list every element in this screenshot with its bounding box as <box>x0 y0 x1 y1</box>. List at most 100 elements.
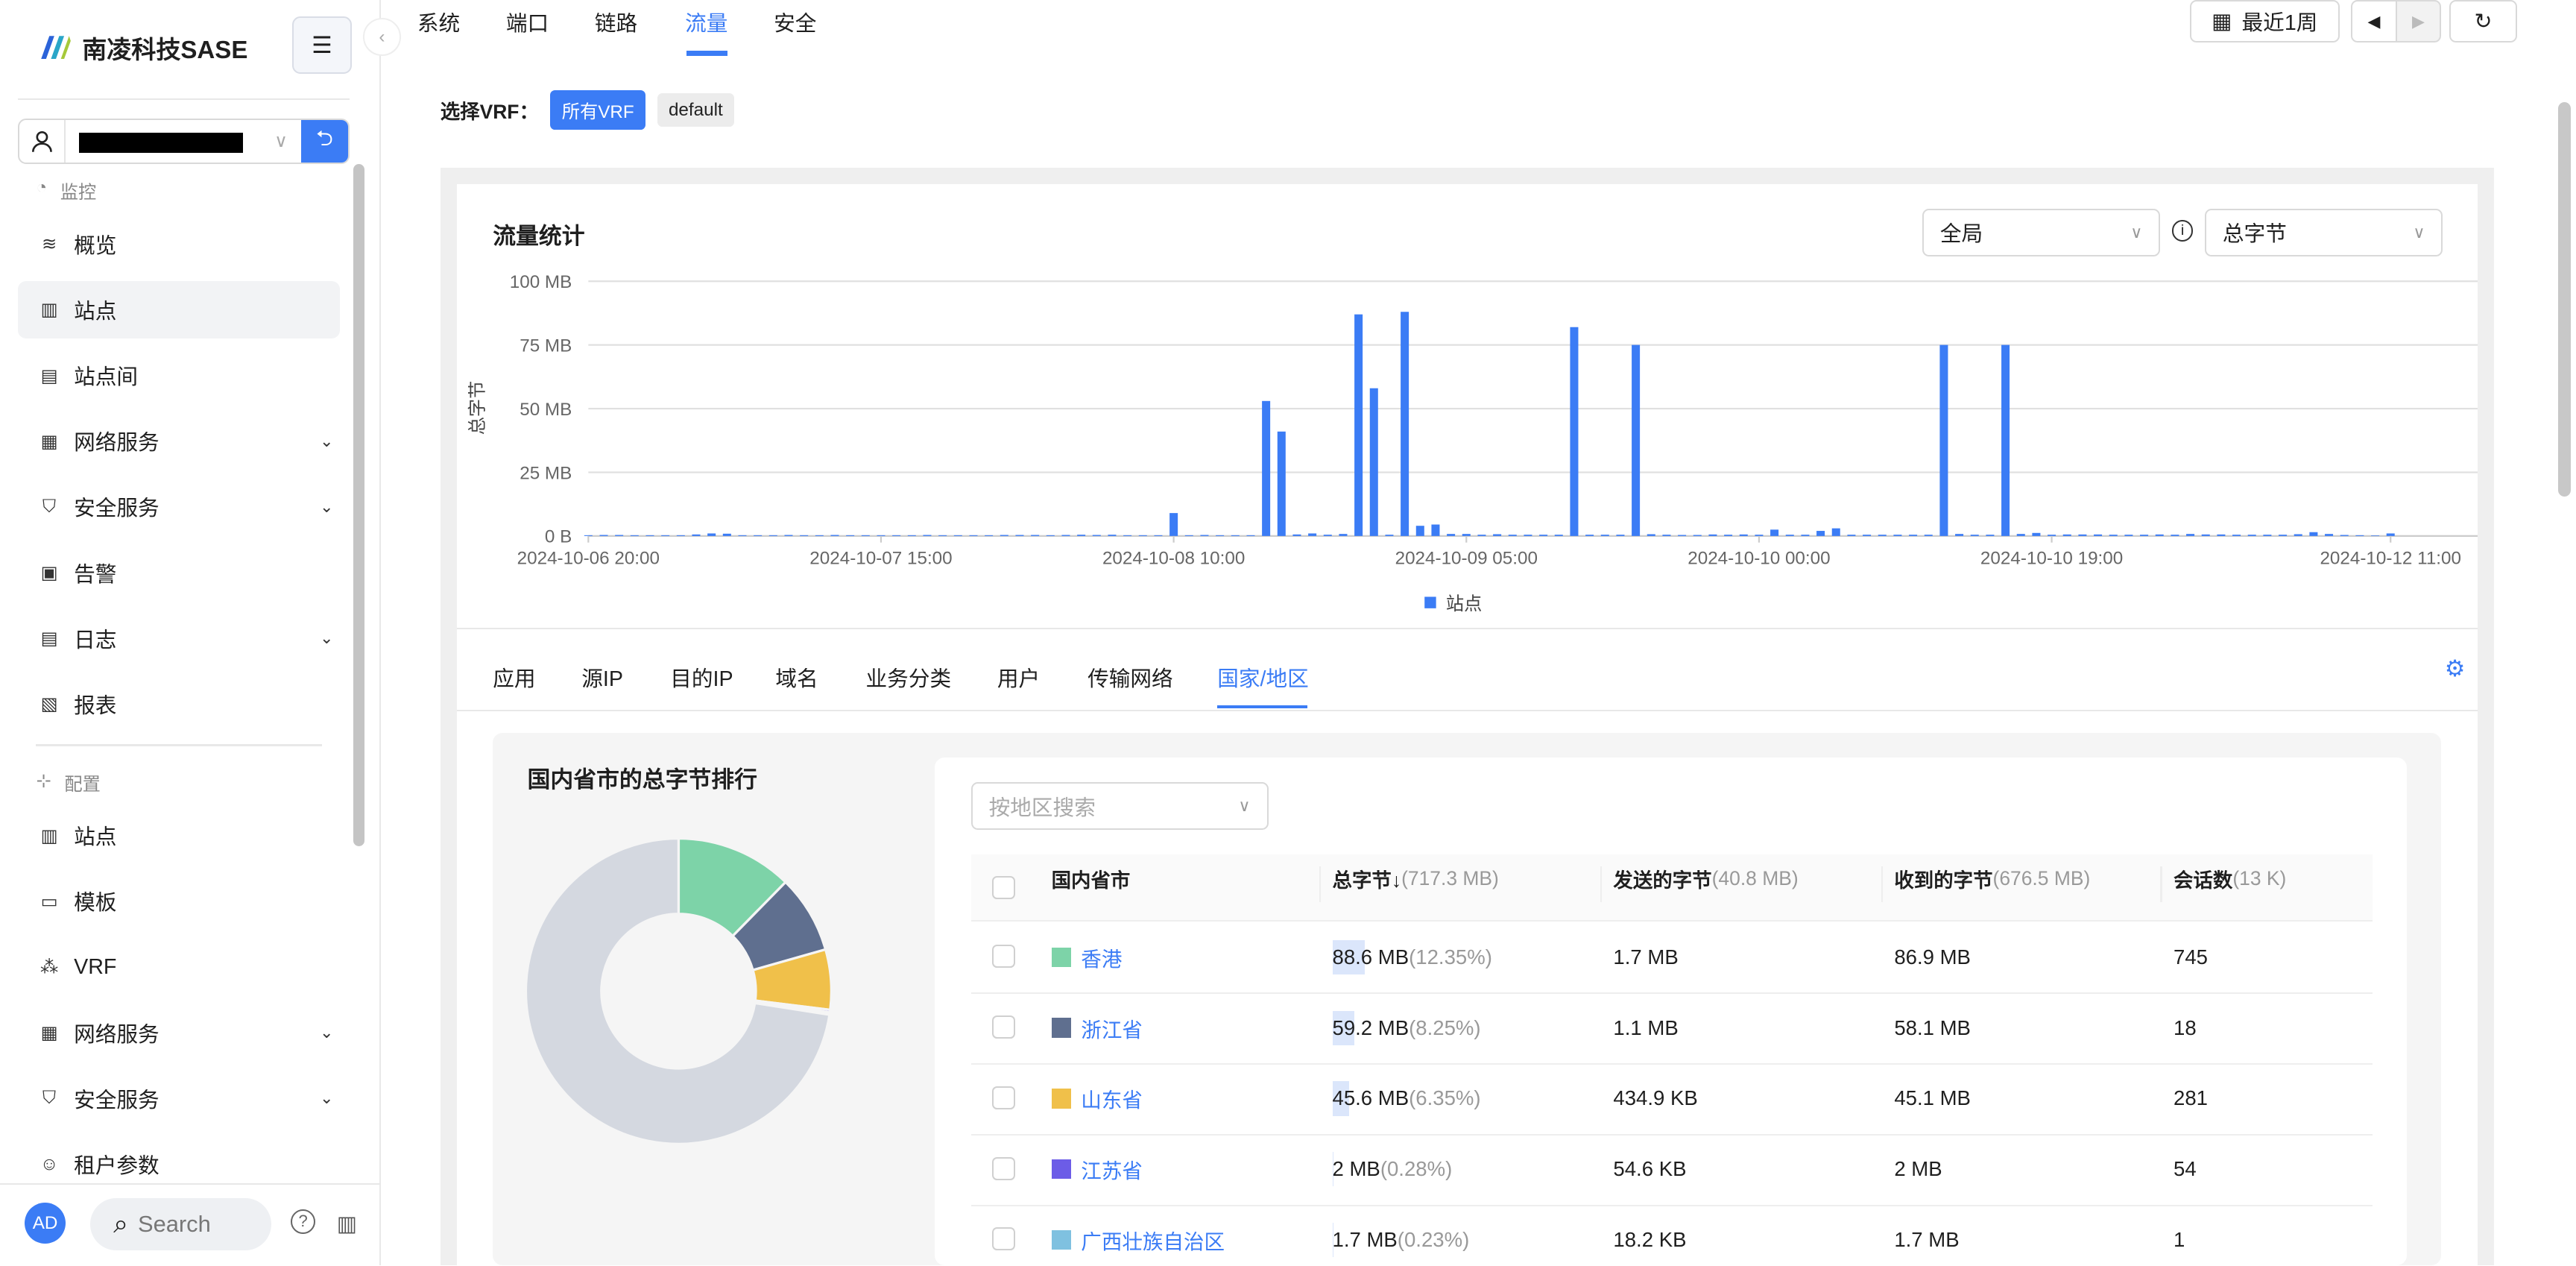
bar[interactable] <box>1739 534 1748 536</box>
avatar[interactable]: AD <box>25 1203 66 1244</box>
bar[interactable] <box>707 533 716 536</box>
column-header-4[interactable]: 会话数 (13 K) <box>2174 854 2286 902</box>
subtab-4[interactable]: 业务分类 <box>866 662 952 693</box>
bar[interactable] <box>1169 512 1178 536</box>
bar[interactable] <box>2155 534 2164 536</box>
metric-select[interactable]: 总字节 ∨ <box>2204 208 2443 256</box>
province-link[interactable]: 广西壮族自治区 <box>1081 1225 1225 1255</box>
sidebar-item-config-4[interactable]: ⛉ 安全服务 ⌄ <box>18 1070 340 1127</box>
bar[interactable] <box>1354 314 1363 536</box>
vrf-option-all[interactable]: 所有VRF <box>550 90 646 130</box>
tab-1[interactable]: 端口 <box>506 7 549 37</box>
bar[interactable] <box>1986 534 1995 536</box>
column-header-2[interactable]: 发送的字节 (40.8 MB) <box>1613 854 1798 902</box>
bar[interactable] <box>1785 534 1794 536</box>
province-link[interactable]: 江苏省 <box>1081 1154 1143 1184</box>
subtab-3[interactable]: 域名 <box>775 662 818 693</box>
bar[interactable] <box>2294 534 2302 536</box>
bar[interactable] <box>1708 534 1717 536</box>
page-scrollbar[interactable] <box>2557 101 2572 497</box>
bar[interactable] <box>2047 534 2056 536</box>
subtab-5[interactable]: 用户 <box>997 662 1040 693</box>
province-link[interactable]: 山东省 <box>1081 1083 1143 1113</box>
sidebar-item-monitor-0[interactable]: ≋ 概览 <box>18 215 340 273</box>
sidebar-item-monitor-2[interactable]: ▤ 站点间 <box>18 347 340 404</box>
bar[interactable] <box>1954 533 1963 536</box>
bar[interactable] <box>2001 344 2010 536</box>
bar[interactable] <box>2263 534 2272 536</box>
province-link[interactable]: 香港 <box>1081 942 1122 972</box>
bar[interactable] <box>1723 534 1732 536</box>
tenant-select[interactable]: ∨ ⮌ <box>18 118 350 165</box>
sidebar-item-config-5[interactable]: ☺ 租户参数 <box>18 1136 340 1193</box>
tab-2[interactable]: 链路 <box>595 7 637 37</box>
legend-label[interactable]: 站点 <box>1446 594 1482 614</box>
bar[interactable] <box>1939 344 1948 536</box>
tab-3[interactable]: 流量 <box>685 7 727 37</box>
bar[interactable] <box>2109 534 2118 536</box>
bar[interactable] <box>2139 534 2148 536</box>
bar[interactable] <box>1477 534 1486 536</box>
bar[interactable] <box>2278 534 2287 536</box>
bar[interactable] <box>1108 534 1117 536</box>
bar[interactable] <box>1369 388 1378 536</box>
date-range-button[interactable]: ▦ 最近1周 <box>2190 0 2340 43</box>
prev-range-button[interactable]: ◀ <box>2351 0 2397 43</box>
bar[interactable] <box>2171 534 2179 536</box>
bar[interactable] <box>1847 534 1856 536</box>
column-header-1[interactable]: 总字节↓ (717.3 MB) <box>1333 854 1499 902</box>
bar[interactable] <box>1446 533 1455 536</box>
bar[interactable] <box>1492 534 1501 536</box>
search-button[interactable]: ⌕ Search <box>90 1197 271 1251</box>
row-checkbox[interactable] <box>992 1086 1016 1109</box>
bar[interactable] <box>1585 534 1594 536</box>
sidebar-item-monitor-6[interactable]: ▤ 日志 ⌄ <box>18 610 340 667</box>
sidebar-item-monitor-4[interactable]: ⛉ 安全服务 ⌄ <box>18 478 340 535</box>
bar[interactable] <box>1908 534 1917 536</box>
sidebar-item-config-2[interactable]: ⁂ VRF <box>18 939 340 996</box>
column-header-3[interactable]: 收到的字节 (676.5 MB) <box>1894 854 2090 902</box>
bar[interactable] <box>2324 533 2333 536</box>
bar[interactable] <box>2309 532 2318 536</box>
subtab-7[interactable]: 国家/地区 <box>1217 662 1309 693</box>
bar[interactable] <box>1924 534 1933 536</box>
sidebar-item-config-3[interactable]: ▦ 网络服务 ⌄ <box>18 1004 340 1062</box>
bar[interactable] <box>2016 533 2025 536</box>
bar[interactable] <box>692 534 701 536</box>
bar[interactable] <box>1323 534 1332 536</box>
vrf-option-default[interactable]: default <box>657 92 735 127</box>
subtab-6[interactable]: 传输网络 <box>1087 662 1173 693</box>
bar[interactable] <box>1770 529 1778 536</box>
bar[interactable] <box>2201 534 2210 536</box>
bar[interactable] <box>1307 533 1316 536</box>
bar[interactable] <box>1339 533 1348 536</box>
subtab-1[interactable]: 源IP <box>581 662 623 693</box>
bar[interactable] <box>1570 327 1579 536</box>
bar[interactable] <box>2078 534 2087 536</box>
bar[interactable] <box>2062 534 2071 536</box>
bar[interactable] <box>1538 534 1547 536</box>
bar[interactable] <box>1862 534 1871 536</box>
collapse-sidebar-button[interactable]: ‹ <box>363 18 401 56</box>
switch-tenant-button[interactable]: ⮌ <box>300 119 349 163</box>
bar[interactable] <box>2124 534 2133 536</box>
bar[interactable] <box>1801 534 1810 536</box>
sidebar-item-config-1[interactable]: ▭ 模板 <box>18 872 340 930</box>
sidebar-item-config-0[interactable]: ▥ 站点 <box>18 807 340 864</box>
bar[interactable] <box>2386 533 2395 536</box>
bar[interactable] <box>722 533 731 536</box>
row-checkbox[interactable] <box>992 1156 1016 1180</box>
sidebar-item-monitor-3[interactable]: ▦ 网络服务 ⌄ <box>18 412 340 470</box>
subtab-0[interactable]: 应用 <box>493 662 535 693</box>
bar[interactable] <box>2217 534 2226 536</box>
row-checkbox[interactable] <box>992 1227 1016 1251</box>
bar[interactable] <box>1415 525 1424 536</box>
sidebar-item-monitor-7[interactable]: ▧ 报表 <box>18 675 340 733</box>
bar[interactable] <box>1616 534 1625 536</box>
help-icon[interactable]: ? <box>291 1209 316 1235</box>
sidebar-item-monitor-1[interactable]: ▥ 站点 <box>18 280 341 339</box>
bar[interactable] <box>1261 400 1270 536</box>
sidebar-item-monitor-5[interactable]: ▣ 告警 <box>18 544 340 602</box>
menu-toggle-button[interactable]: ☰ <box>292 16 352 75</box>
bar[interactable] <box>1524 534 1532 536</box>
